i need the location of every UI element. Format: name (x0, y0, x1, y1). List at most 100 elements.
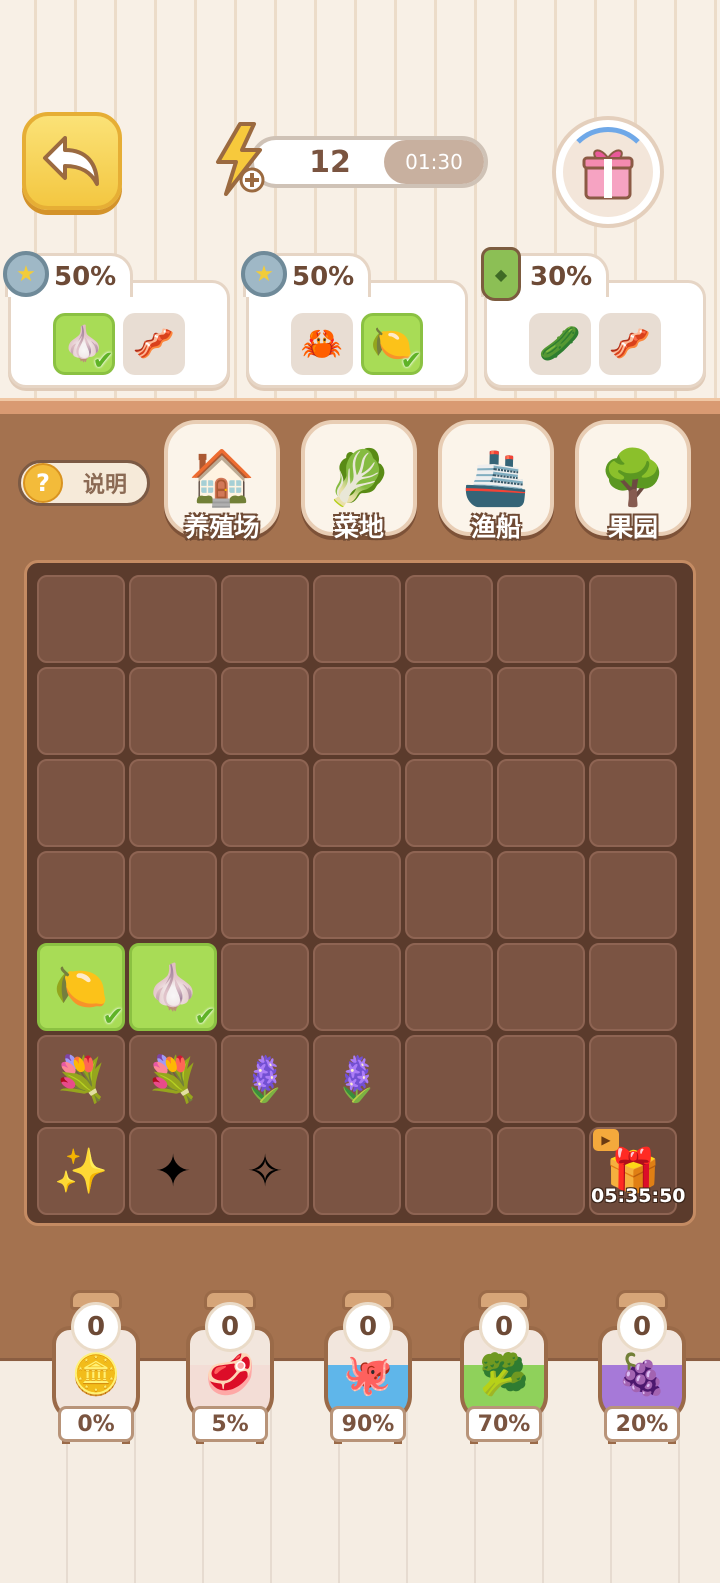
board-cell[interactable] (221, 759, 309, 847)
board-cell[interactable] (497, 759, 585, 847)
board-cell[interactable] (129, 851, 217, 939)
board-cell[interactable] (129, 667, 217, 755)
board-cell[interactable] (313, 759, 401, 847)
basket-count: 0 (479, 1302, 529, 1352)
gift-icon (582, 149, 634, 200)
category-label: 渔船 (470, 513, 521, 542)
board-cell[interactable]: ✨ (37, 1127, 125, 1215)
board-cell[interactable] (221, 575, 309, 663)
category-label: 菜地 (333, 513, 384, 542)
meat-icon: 🥩 (205, 1351, 255, 1398)
category-label: 果园 (607, 513, 658, 542)
board-cell[interactable] (313, 575, 401, 663)
star-coin-icon: ★ (241, 251, 287, 297)
energy-timer: 01:30 (384, 140, 484, 184)
collection-basket-star-coin[interactable]: 0 🪙 0% (48, 1290, 144, 1444)
board-cell[interactable] (589, 575, 677, 663)
category-fishing-boat[interactable]: 🚢 渔船 (438, 420, 554, 542)
sparkle-crystal-medium-icon: ✦ (154, 1145, 192, 1197)
video-ad-icon[interactable]: ▶ (593, 1129, 619, 1151)
grapes-icon: 🍇 (617, 1351, 667, 1398)
back-button[interactable] (22, 112, 122, 210)
board-cell[interactable] (497, 575, 585, 663)
order-item-crab: 🦀 (291, 313, 353, 375)
merge-board: 🍋 ✔ 🧄 ✔ 💐 💐 🪻 🪻 ✨ ✦ ✧ 🎁 ▶ 05:35:50 (24, 560, 696, 1226)
check-icon: ✔ (400, 346, 422, 376)
collection-basket-octopus[interactable]: 0 🐙 90% (320, 1290, 416, 1444)
order-item-bacon: 🥓 (599, 313, 661, 375)
board-cell[interactable] (497, 667, 585, 755)
lightning-plus-icon[interactable] (210, 122, 272, 198)
board-cell[interactable] (37, 575, 125, 663)
lavender-single-icon: 🪻 (329, 1054, 385, 1105)
board-cell[interactable]: 🪻 (313, 1035, 401, 1123)
board-cell[interactable] (221, 851, 309, 939)
board-cell[interactable] (497, 943, 585, 1031)
order-card[interactable]: 50% ★ 🧄 ✔ 🥓 (3, 251, 230, 388)
board-cell[interactable]: ✦ (129, 1127, 217, 1215)
board-cell[interactable] (221, 943, 309, 1031)
board-cell[interactable] (589, 667, 677, 755)
basket-percent: 90% (330, 1406, 406, 1442)
board-cell[interactable]: 💐 (37, 1035, 125, 1123)
collection-basket-meat[interactable]: 0 🥩 5% (182, 1290, 278, 1444)
category-orchard[interactable]: 🌳 果园 (575, 420, 691, 542)
board-cell[interactable] (129, 575, 217, 663)
collection-basket-grapes[interactable]: 0 🍇 20% (594, 1290, 690, 1444)
vegetable-field-icon: 🥬 (325, 446, 393, 509)
board-cell[interactable] (405, 667, 493, 755)
gift-reward-button[interactable] (552, 116, 664, 228)
sparkle-crystal-small-icon: ✧ (246, 1145, 284, 1197)
basket-percent: 70% (466, 1406, 542, 1442)
board-cell[interactable] (405, 943, 493, 1031)
board-cell[interactable] (497, 851, 585, 939)
order-card[interactable]: 50% ★ 🦀 🍋 ✔ (241, 251, 468, 388)
board-cell[interactable] (313, 851, 401, 939)
basket-percent: 0% (58, 1406, 134, 1442)
help-label: 说明 (82, 473, 127, 498)
board-cell[interactable] (313, 1127, 401, 1215)
energy-bar: 12 01:30 (250, 136, 488, 188)
board-cell[interactable] (129, 759, 217, 847)
collection-basket-broccoli[interactable]: 0 🥦 70% (456, 1290, 552, 1444)
board-cell[interactable] (589, 851, 677, 939)
board-cell[interactable] (497, 1035, 585, 1123)
board-cell[interactable] (37, 759, 125, 847)
board-cell[interactable]: ✧ (221, 1127, 309, 1215)
board-cell[interactable] (589, 759, 677, 847)
board-cell[interactable] (497, 1127, 585, 1215)
category-vegetable-field[interactable]: 🥬 菜地 (301, 420, 417, 542)
category-farm[interactable]: 🏠 养殖场 (164, 420, 280, 542)
back-arrow-icon (43, 136, 99, 186)
board-cell[interactable]: 🪻 (221, 1035, 309, 1123)
basket-count: 0 (71, 1302, 121, 1352)
board-cell[interactable] (313, 943, 401, 1031)
board-cell[interactable] (405, 1035, 493, 1123)
order-item-bacon: 🥓 (123, 313, 185, 375)
basket-count: 0 (617, 1302, 667, 1352)
sparkle-crystal-large-icon: ✨ (53, 1146, 109, 1197)
board-cell[interactable] (405, 575, 493, 663)
board-cell[interactable]: 🧄 ✔ (129, 943, 217, 1032)
board-cell[interactable] (37, 851, 125, 939)
help-button[interactable]: ? 说明 (18, 460, 150, 506)
lavender-bunch-medium-icon: 💐 (145, 1054, 201, 1105)
board-cell[interactable] (221, 667, 309, 755)
gift-timer: 05:35:50 (591, 1185, 686, 1207)
board-cell[interactable] (405, 851, 493, 939)
star-coin-icon: 🪙 (71, 1351, 121, 1398)
board-cell[interactable]: 🍋 ✔ (37, 943, 125, 1032)
board-cell[interactable] (37, 667, 125, 755)
board-cell[interactable]: 💐 (129, 1035, 217, 1123)
check-icon: ✔ (194, 1002, 216, 1032)
check-icon: ✔ (102, 1002, 124, 1032)
basket-count: 0 (205, 1302, 255, 1352)
board-cell[interactable] (589, 1035, 677, 1123)
check-icon: ✔ (92, 346, 114, 376)
board-cell[interactable] (405, 759, 493, 847)
order-card[interactable]: 30% ◆ 🥒 🥓 (481, 247, 706, 388)
board-cell[interactable] (589, 943, 677, 1031)
board-cell[interactable]: 🎁 ▶ 05:35:50 (589, 1127, 686, 1215)
board-cell[interactable] (313, 667, 401, 755)
board-cell[interactable] (405, 1127, 493, 1215)
